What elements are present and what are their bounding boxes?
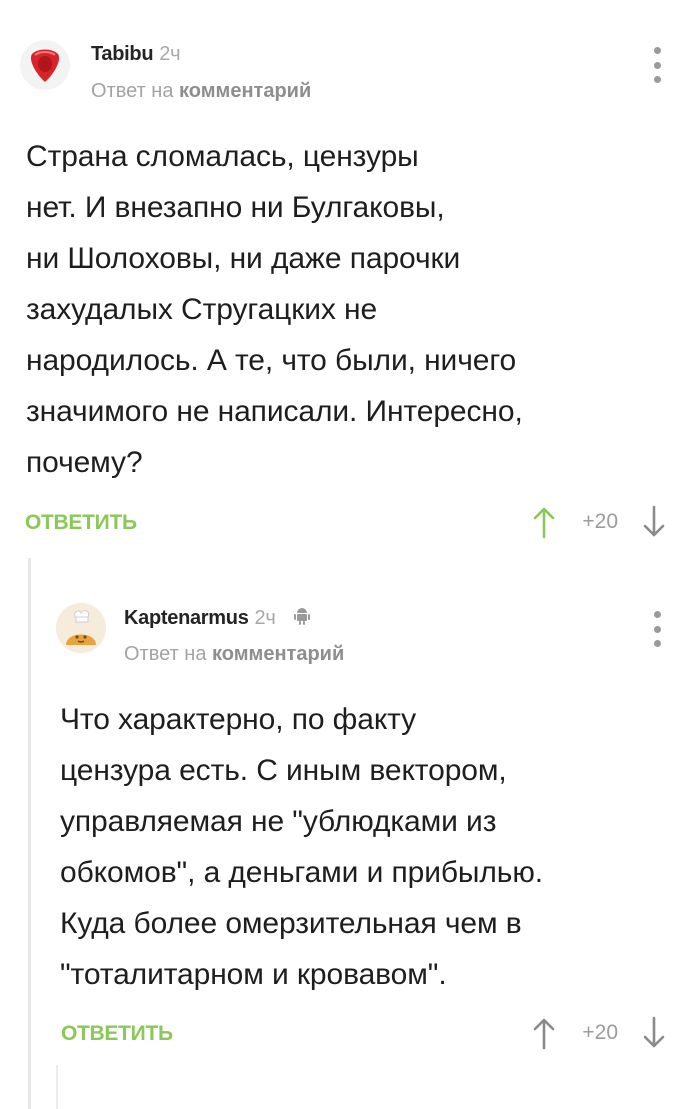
username[interactable]: Kaptenarmus 2ч (124, 606, 311, 630)
score: +20 (582, 1021, 618, 1044)
user-avatar[interactable] (20, 40, 70, 90)
reply-to-line: Ответ на комментарий (91, 80, 311, 103)
more-vertical-icon[interactable] (647, 611, 667, 647)
more-vertical-icon[interactable] (647, 47, 667, 83)
username-text[interactable]: Tabibu (91, 43, 154, 65)
arrow-down-icon[interactable] (642, 1016, 666, 1050)
comment-text: Страна сломалась, цензуры нет. И внезапн… (26, 140, 523, 479)
user-avatar[interactable] (56, 603, 106, 653)
comment-time: 2ч (159, 43, 181, 65)
android-icon (293, 608, 310, 625)
comment-time: 2ч (254, 607, 276, 629)
guitar-pick-icon (20, 40, 70, 90)
vote-controls: +20 (532, 1016, 666, 1050)
reply-to-line: Ответ на комментарий (124, 643, 344, 666)
arrow-down-icon[interactable] (642, 505, 666, 539)
reply-prefix: Ответ на (124, 643, 207, 665)
reply-target-link[interactable]: комментарий (179, 80, 311, 102)
username[interactable]: Tabibu 2ч (91, 43, 181, 66)
arrow-up-icon[interactable] (532, 1016, 556, 1050)
comment-text: Что характерно, по факту цензура есть. С… (60, 703, 543, 991)
arrow-up-icon[interactable] (532, 505, 556, 539)
vote-controls: +20 (532, 505, 666, 539)
score: +20 (582, 510, 618, 533)
reply-button[interactable]: ОТВЕТИТЬ (25, 511, 137, 535)
bread-baker-icon (56, 603, 106, 653)
reply-target-link[interactable]: комментарий (212, 643, 344, 665)
username-text[interactable]: Kaptenarmus (124, 607, 249, 629)
reply-button[interactable]: ОТВЕТИТЬ (61, 1022, 173, 1046)
comment-tabibu: Tabibu 2ч Ответ на комментарий Страна сло… (0, 0, 700, 560)
reply-prefix: Ответ на (91, 80, 174, 102)
